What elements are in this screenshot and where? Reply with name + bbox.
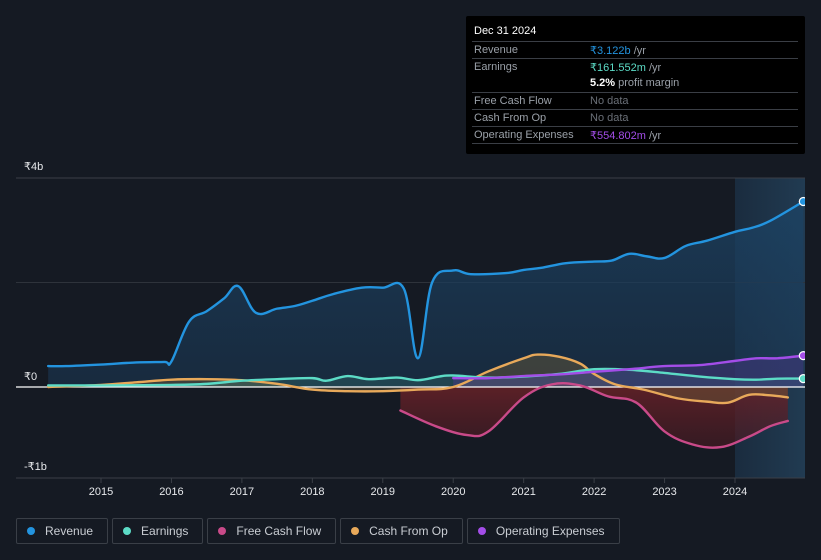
legend-item-earnings[interactable]: Earnings — [112, 518, 204, 544]
earnings-dot-icon — [123, 527, 132, 535]
tooltip-value-suffix: /yr — [645, 130, 662, 142]
tooltip-value-suffix: /yr — [630, 45, 646, 57]
tooltip-row-value: ₹161.552m /yr — [590, 61, 661, 74]
x-tick-label: 2024 — [723, 486, 747, 498]
tooltip-value-number: ₹3.122b — [590, 45, 631, 57]
legend-label: Revenue — [45, 524, 94, 538]
tooltip-row: Earnings ₹161.552m /yr — [472, 58, 798, 76]
tooltip-divider — [472, 143, 798, 144]
x-tick-label: 2019 — [371, 486, 395, 498]
x-tick-label: 2017 — [230, 486, 254, 498]
tooltip-row: Free Cash Flow No data — [472, 92, 798, 110]
legend-item-free-cash-flow[interactable]: Free Cash Flow — [207, 518, 337, 544]
area-revenue — [48, 201, 804, 387]
x-tick-label: 2020 — [441, 486, 465, 498]
tooltip-value-number: ₹161.552m — [590, 62, 646, 74]
legend-item-revenue[interactable]: Revenue — [16, 518, 109, 544]
free-cash-flow-dot-icon — [218, 527, 227, 535]
tooltip-row-value: No data — [590, 112, 629, 124]
tooltip-value-number: ₹554.802m — [590, 130, 646, 142]
tooltip-row-label: Cash From Op — [474, 112, 547, 124]
x-tick-label: 2022 — [582, 486, 606, 498]
legend-item-operating-expenses[interactable]: Operating Expenses — [466, 518, 620, 544]
tooltip-value-suffix: /yr — [645, 62, 662, 74]
tooltip-row-value: No data — [590, 95, 629, 107]
x-tick-label: 2021 — [511, 486, 535, 498]
legend-item-cash-from-op[interactable]: Cash From Op — [340, 518, 463, 544]
y-tick-label: -₹1b — [24, 461, 47, 473]
tooltip-row-label: Operating Expenses — [474, 129, 574, 141]
y-tick-label: ₹0 — [24, 371, 38, 383]
tooltip-row: 5.2% profit margin — [472, 75, 798, 92]
tooltip-row-label: Revenue — [474, 44, 519, 56]
legend-label: Operating Expenses — [495, 524, 605, 538]
x-tick-label: 2018 — [300, 486, 324, 498]
data-tooltip: Dec 31 2024 Revenue ₹3.122b /yr Earnings ₹1… — [466, 16, 805, 154]
cash-from-op-dot-icon — [351, 527, 360, 535]
legend-label: Earnings — [141, 524, 189, 538]
plot-edge — [805, 168, 821, 480]
revenue-dot-icon — [27, 527, 35, 535]
tooltip-row: Cash From Op No data — [472, 109, 798, 127]
tooltip-value-number: No data — [590, 95, 629, 107]
tooltip-row-value: ₹554.802m /yr — [590, 129, 661, 142]
x-tick-label: 2023 — [652, 486, 676, 498]
tooltip-row-label: Earnings — [474, 61, 518, 73]
legend: Revenue Earnings Free Cash Flow Cash Fro… — [16, 518, 620, 544]
tooltip-value-suffix: profit margin — [615, 77, 680, 89]
tooltip-row: Revenue ₹3.122b /yr — [472, 41, 798, 59]
x-tick-label: 2015 — [89, 486, 113, 498]
y-tick-label: ₹4b — [24, 161, 44, 173]
tooltip-row-label: Free Cash Flow — [474, 95, 552, 107]
tooltip-row-value: ₹3.122b /yr — [590, 44, 646, 57]
legend-label: Free Cash Flow — [236, 524, 322, 538]
tooltip-value-number: No data — [590, 112, 629, 124]
x-tick-label: 2016 — [159, 486, 183, 498]
legend-label: Cash From Op — [369, 524, 448, 538]
tooltip-date: Dec 31 2024 — [474, 25, 537, 37]
tooltip-row-value: 5.2% profit margin — [590, 77, 679, 89]
tooltip-value-number: 5.2% — [590, 77, 616, 89]
operating-expenses-dot-icon — [477, 527, 486, 535]
tooltip-row: Operating Expenses ₹554.802m /yr — [472, 126, 798, 144]
